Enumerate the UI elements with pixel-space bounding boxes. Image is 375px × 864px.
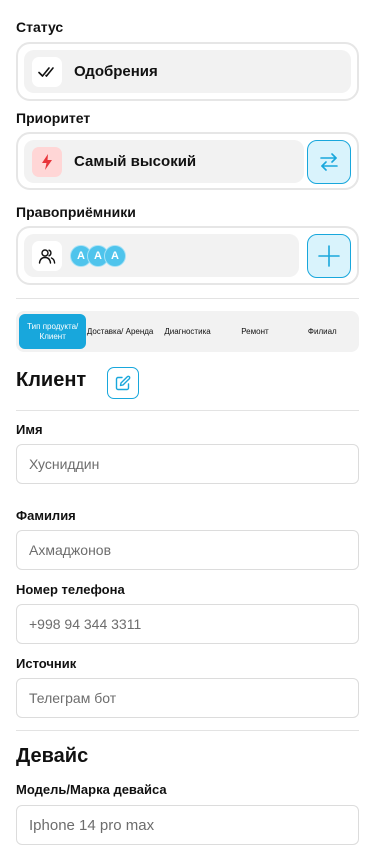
- lightning-icon: [32, 146, 62, 177]
- assignees-select[interactable]: A A A: [24, 234, 299, 277]
- swap-arrows-icon: [319, 153, 339, 171]
- priority-label: Приоритет: [16, 110, 91, 126]
- status-select[interactable]: Одобрения: [24, 50, 351, 93]
- divider: [16, 410, 359, 411]
- tab-delivery-rental[interactable]: Доставка/ Аренда: [86, 314, 154, 349]
- status-value: Одобрения: [74, 63, 158, 80]
- double-check-icon: [32, 56, 62, 87]
- priority-select[interactable]: Самый высокий: [24, 140, 304, 183]
- divider: [16, 730, 359, 731]
- plus-icon: [318, 245, 340, 267]
- add-assignee-button[interactable]: [307, 234, 351, 278]
- tab-repair[interactable]: Ремонт: [221, 314, 288, 349]
- divider: [16, 298, 359, 299]
- edit-client-button[interactable]: [107, 367, 139, 399]
- source-label: Источник: [16, 656, 77, 671]
- tab-branch[interactable]: Филиал: [289, 314, 356, 349]
- assignees-label: Правоприёмники: [16, 204, 136, 220]
- last-name-label: Фамилия: [16, 508, 76, 523]
- avatar[interactable]: A: [104, 244, 126, 267]
- phone-input[interactable]: [16, 604, 359, 644]
- tab-product-client[interactable]: Тип продукта/ Клиент: [19, 314, 87, 349]
- assignee-avatars: A A A: [70, 244, 126, 267]
- tab-diagnostics[interactable]: Диагностика: [154, 314, 221, 349]
- edit-icon: [115, 375, 131, 391]
- first-name-label: Имя: [16, 422, 43, 437]
- source-input[interactable]: [16, 678, 359, 718]
- priority-value: Самый высокий: [74, 153, 197, 170]
- status-label: Статус: [16, 19, 64, 35]
- client-title: Клиент: [16, 369, 87, 391]
- phone-label: Номер телефона: [16, 582, 125, 597]
- device-title: Девайс: [16, 745, 89, 767]
- swap-priority-button[interactable]: [307, 140, 351, 184]
- users-icon: [32, 240, 62, 271]
- status-box: Одобрения: [16, 42, 359, 101]
- first-name-input[interactable]: [16, 444, 359, 484]
- tab-bar: Тип продукта/ Клиент Доставка/ Аренда Ди…: [16, 311, 359, 352]
- device-model-label: Модель/Марка девайса: [16, 782, 167, 797]
- device-model-input[interactable]: [16, 805, 359, 845]
- last-name-input[interactable]: [16, 530, 359, 570]
